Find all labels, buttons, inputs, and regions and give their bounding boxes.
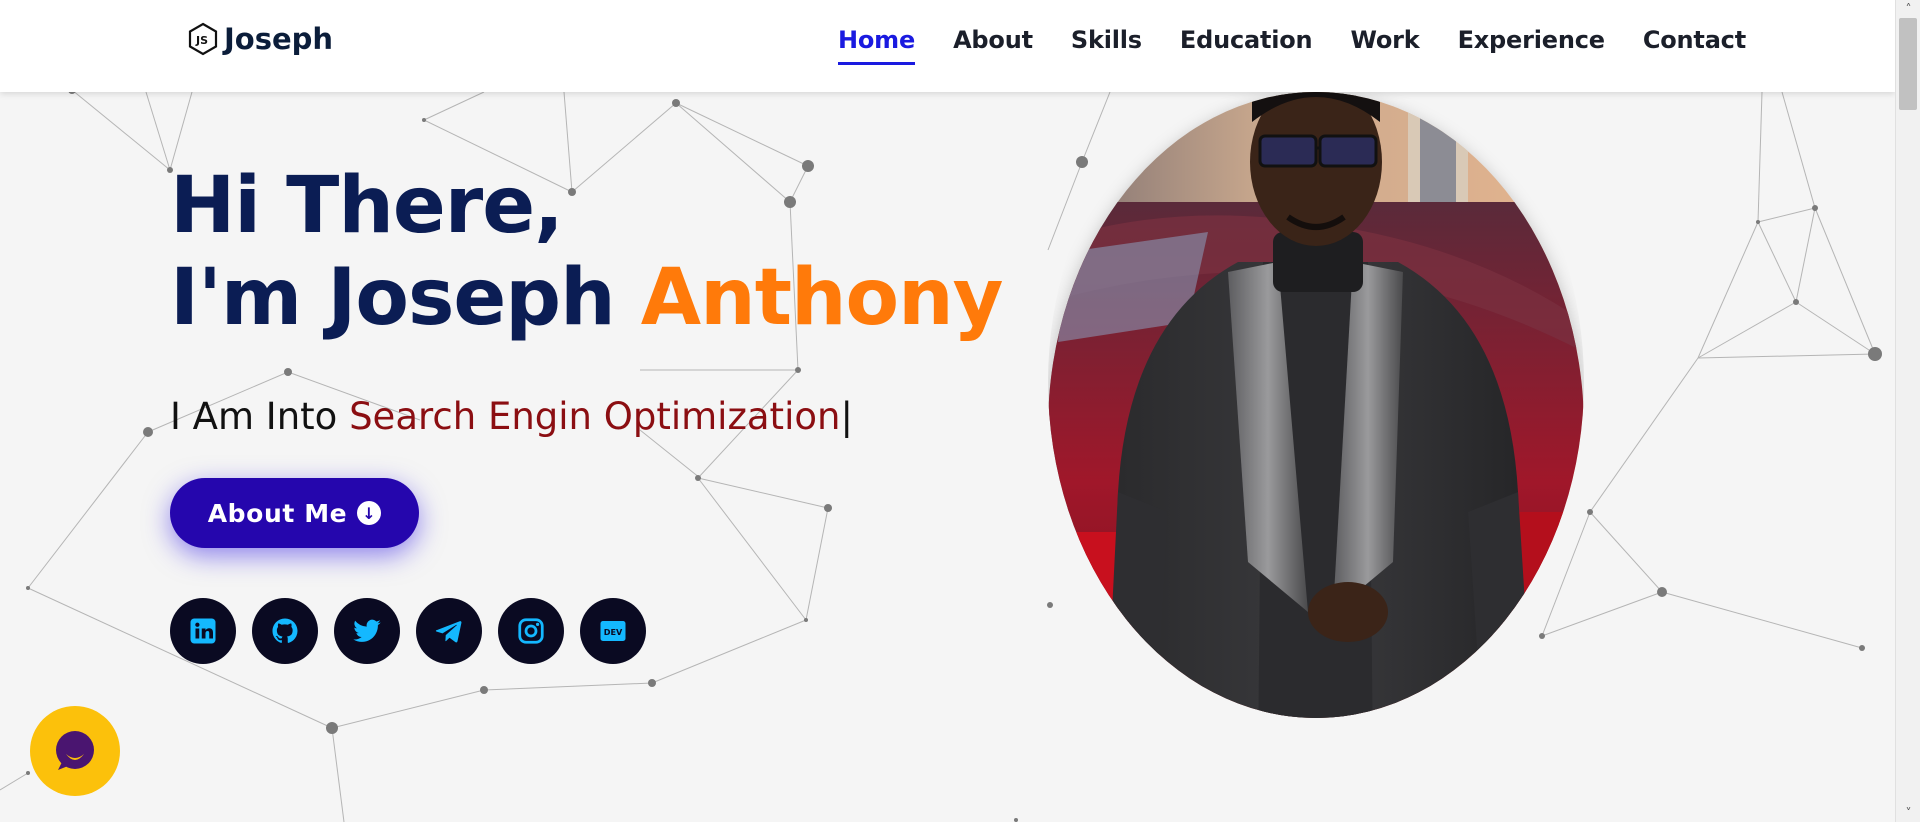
nav-item-home[interactable]: Home — [838, 26, 915, 65]
chat-widget-button[interactable] — [30, 706, 120, 796]
hero-name-prefix: I'm Joseph — [170, 253, 641, 344]
social-twitter[interactable] — [334, 598, 400, 664]
scroll-down-arrow-icon[interactable]: ˅ — [1896, 804, 1920, 822]
twitter-icon — [353, 619, 381, 642]
nav-item-work[interactable]: Work — [1350, 26, 1419, 65]
logo-text: Joseph — [224, 22, 334, 56]
chat-bubble-icon — [56, 731, 94, 770]
social-telegram[interactable] — [416, 598, 482, 664]
scroll-up-arrow-icon[interactable]: ˄ — [1896, 0, 1920, 18]
svg-text:JS: JS — [195, 34, 208, 47]
page-scrollbar[interactable]: ˄ ˅ — [1895, 0, 1920, 822]
hero-name-accent: Anthony — [640, 253, 1004, 344]
social-links: DEV — [170, 598, 646, 664]
nav-item-skills[interactable]: Skills — [1071, 26, 1142, 65]
hero-greeting: Hi There, — [170, 161, 564, 251]
linkedin-icon — [190, 618, 216, 644]
hero-name-line: I'm Joseph Anthony — [170, 252, 1004, 344]
social-instagram[interactable] — [498, 598, 564, 664]
site-header: JS Joseph Home About Skills Education Wo… — [0, 0, 1895, 92]
nav-item-about[interactable]: About — [953, 26, 1033, 65]
github-icon — [272, 618, 298, 643]
telegram-icon — [435, 621, 462, 643]
about-me-button[interactable]: About Me ↓ — [170, 478, 419, 548]
arrow-circle-down-icon: ↓ — [357, 501, 382, 525]
scrollbar-thumb[interactable] — [1899, 18, 1917, 110]
typed-prefix: I Am Into — [170, 395, 350, 438]
nodejs-hexagon-icon: JS — [188, 22, 218, 56]
nav-item-contact[interactable]: Contact — [1643, 26, 1746, 65]
instagram-icon — [518, 618, 544, 644]
typed-line: I Am Into Search Engin Optimization| — [170, 395, 853, 438]
about-me-label: About Me — [207, 498, 348, 528]
nav-item-experience[interactable]: Experience — [1458, 26, 1605, 65]
social-dev[interactable]: DEV — [580, 598, 646, 664]
hero-heading: Hi There, I'm Joseph Anthony — [170, 160, 1004, 344]
typed-cursor: | — [840, 395, 853, 438]
logo[interactable]: JS Joseph — [188, 22, 333, 56]
nav-item-education[interactable]: Education — [1180, 26, 1313, 65]
typed-text: Search Engin Optimization — [349, 395, 841, 438]
main-nav: Home About Skills Education Work Experie… — [838, 26, 1784, 65]
social-linkedin[interactable] — [170, 598, 236, 664]
dev-icon: DEV — [600, 621, 626, 641]
social-github[interactable] — [252, 598, 318, 664]
dev-icon-label: DEV — [604, 627, 623, 637]
